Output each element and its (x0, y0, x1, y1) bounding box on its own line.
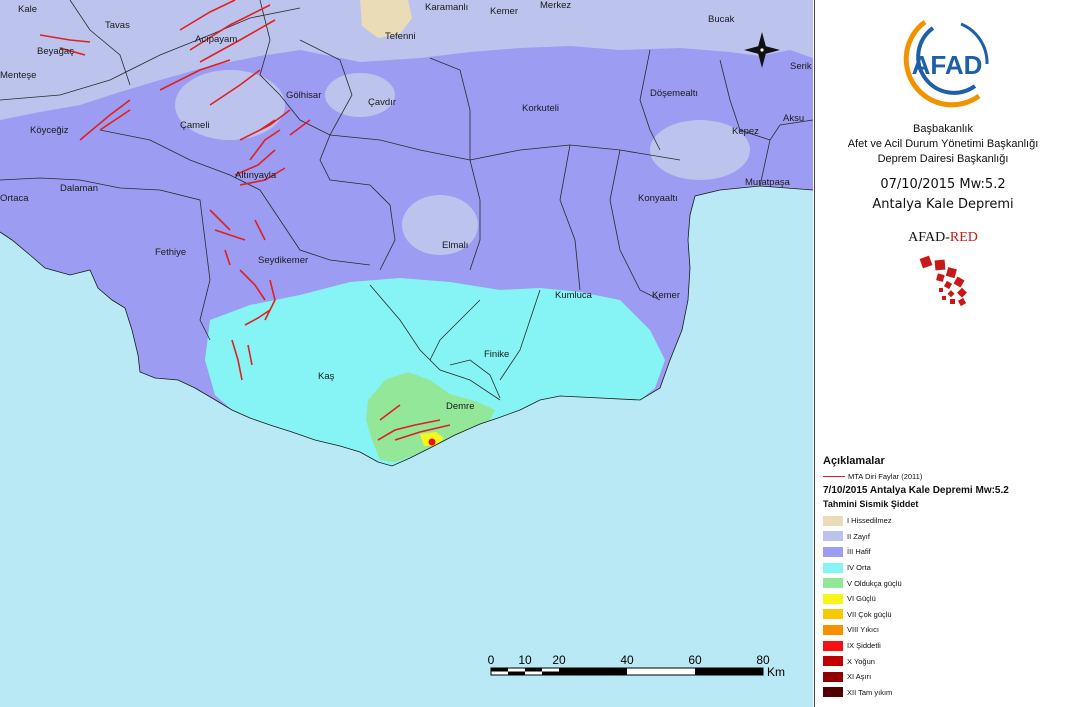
legend-swatch (823, 671, 843, 682)
fault-line-icon (823, 476, 845, 477)
label-kale: Kale (18, 4, 37, 15)
legend-item-label: IX Şiddetli (847, 641, 881, 651)
label-cameli: Çameli (180, 120, 210, 131)
legend-swatch (823, 578, 843, 589)
legend-item-label: XI Aşırı (847, 672, 872, 682)
legend-item: VI Güçlü (823, 591, 1068, 607)
legend-item-label: II Zayıf (847, 531, 870, 541)
label-dalaman: Dalaman (60, 183, 98, 194)
label-cavdir: Çavdır (368, 97, 396, 108)
label-tefenni: Tefenni (385, 31, 416, 42)
legend-item: IV Orta (823, 560, 1068, 576)
event-date-magnitude: 07/10/2015 Mw:5.2 (880, 177, 1006, 192)
scale-unit: Km (767, 665, 785, 679)
label-koycegiz: Köyceğiz (30, 125, 69, 136)
scale-tick-40: 40 (620, 653, 634, 667)
label-seydikemer: Seydikemer (258, 255, 308, 266)
scale-tick-0: 0 (488, 653, 495, 667)
afad-logo: AFAD (903, 19, 989, 108)
legend-swatch (823, 687, 843, 698)
epicenter-marker (428, 438, 436, 446)
label-kemer-north: Kemer (490, 6, 518, 17)
label-merkez: Merkez (540, 0, 571, 11)
legend-swatch (823, 562, 843, 573)
label-finike: Finike (484, 349, 509, 360)
legend-fault-entry: MTA Diri Faylar (2011) (823, 472, 1068, 481)
legend-intensity-title: Tahmini Sismik Şiddet (823, 499, 919, 509)
scale-tick-20: 20 (552, 653, 566, 667)
label-elmali: Elmalı (442, 240, 468, 251)
scale-tick-60: 60 (688, 653, 702, 667)
label-demre: Demre (446, 401, 475, 412)
afad-red-part1: AFAD- (908, 230, 950, 245)
legend-item: V Oldukça güçlü (823, 575, 1068, 591)
legend-swatch (823, 624, 843, 635)
label-bucak: Bucak (708, 14, 735, 25)
legend-item: VIII Yıkıcı (823, 622, 1068, 638)
label-muratpasa: Muratpaşa (745, 177, 791, 188)
legend-fault-label: MTA Diri Faylar (2011) (848, 472, 923, 481)
label-fethiye: Fethiye (155, 247, 186, 258)
label-ortaca: Ortaca (0, 193, 29, 204)
legend: Açıklamalar MTA Diri Faylar (2011) 7/10/… (823, 455, 1068, 700)
legend-item: XII Tam yıkım (823, 685, 1068, 701)
golhisar-plain (325, 73, 395, 117)
legend-item-label: VI Güçlü (847, 594, 876, 604)
legend-item-label: İII Hafif (847, 547, 871, 557)
label-karamanli: Karamanlı (425, 2, 468, 13)
label-golhisar: Gölhisar (286, 90, 321, 101)
label-korkuteli: Korkuteli (522, 103, 559, 114)
label-altinyayla: Altınyayla (235, 170, 277, 181)
legend-item: II Zayıf (823, 529, 1068, 545)
afad-red-emblem-icon (919, 255, 967, 307)
label-konyaalti: Konyaaltı (638, 193, 678, 204)
legend-swatch (823, 640, 843, 651)
legend-item: XI Aşırı (823, 669, 1068, 685)
legend-swatch (823, 546, 843, 557)
institution-line-3: Deprem Dairesi Başkanlığı (877, 153, 1009, 165)
label-kemer-south: Kemer (652, 290, 680, 301)
legend-item: IX Şiddetli (823, 638, 1068, 654)
legend-item-label: VII Çok güçlü (847, 609, 892, 619)
intensity-map: Kale Tavas Karamanlı Kemer Merkez Bucak … (0, 0, 813, 707)
legend-item-label: IV Orta (847, 563, 871, 573)
institution-line-2: Afet ve Acil Durum Yönetimi Başkanlığı (847, 138, 1039, 150)
label-mentese: Menteşe (0, 70, 36, 81)
legend-item: X Yoğun (823, 653, 1068, 669)
legend-item-label: VIII Yıkıcı (847, 625, 879, 635)
legend-item: İII Hafif (823, 544, 1068, 560)
legend-swatch (823, 515, 843, 526)
legend-swatch (823, 531, 843, 542)
afad-red-label: AFAD-RED (815, 230, 1070, 246)
afad-red-part2: RED (949, 230, 978, 245)
legend-item-label: V Oldukça güçlü (847, 578, 902, 588)
map-canvas: Kale Tavas Karamanlı Kemer Merkez Bucak … (0, 0, 813, 707)
label-kas: Kaş (318, 371, 335, 382)
legend-title: Açıklamalar (823, 455, 885, 467)
label-kumluca: Kumluca (555, 290, 593, 301)
label-beyagac: Beyağaç (37, 46, 74, 57)
legend-item: VII Çok güçlü (823, 607, 1068, 623)
legend-item: I Hissedilmez (823, 513, 1068, 529)
legend-item-label: XII Tam yıkım (847, 687, 893, 697)
label-acipayam: Acıpayam (195, 34, 237, 45)
label-dosemealti: Döşemealtı (650, 88, 698, 99)
legend-swatch (823, 609, 843, 620)
side-panel: AFAD Başbakanlık Afet ve Acil Durum Yöne… (814, 0, 1070, 707)
scale-tick-10: 10 (518, 653, 532, 667)
legend-intensity-list: I Hissedilmez II Zayıf İII Hafif IV Orta V O… (823, 513, 1068, 700)
label-aksu: Aksu (783, 113, 804, 124)
label-kepez: Kepez (732, 126, 759, 137)
legend-quake-title: 7/10/2015 Antalya Kale Depremi Mw:5.2 (823, 485, 1009, 496)
legend-item-label: X Yoğun (847, 656, 875, 666)
legend-swatch (823, 656, 843, 667)
afad-logo-text: AFAD (912, 50, 983, 80)
event-name: Antalya Kale Depremi (872, 197, 1014, 212)
label-serik: Serik (790, 61, 812, 72)
legend-item-label: I Hissedilmez (847, 516, 892, 526)
institution-line-1: Başbakanlık (913, 123, 973, 135)
legend-swatch (823, 593, 843, 604)
label-tavas: Tavas (105, 20, 130, 31)
